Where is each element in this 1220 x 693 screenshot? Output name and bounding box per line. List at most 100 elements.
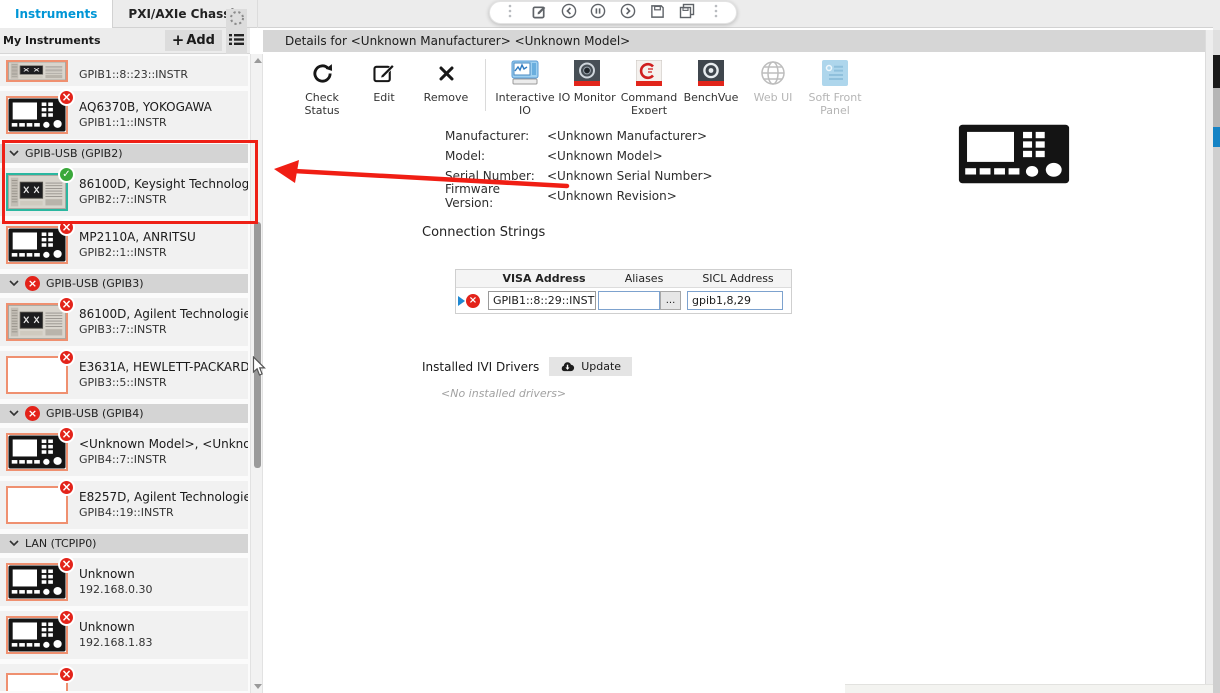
details-toolbar: Check Status Edit Remove Interactive IO …: [263, 52, 1205, 114]
field-row-manufacturer: Manufacturer: <Unknown Manufacturer>: [445, 126, 713, 146]
instrument-address: GPIB2::7::INSTR: [79, 193, 248, 207]
toolbar-button-benchvue[interactable]: BenchVue: [680, 59, 742, 105]
detail-field-value: <Unknown Model>: [547, 149, 663, 163]
group-error-icon: [25, 276, 40, 291]
instrument-list-item[interactable]: GPIB1::8::23::INSTR: [0, 56, 248, 86]
instrument-item-e3631a[interactable]: E3631A, HEWLETT-PACKARD GPIB3::5::INSTR: [0, 351, 248, 399]
instrument-address: GPIB1::1::INSTR: [79, 116, 212, 130]
add-button-label: Add: [186, 33, 215, 48]
status-badge: [58, 479, 75, 496]
visa-address-value[interactable]: GPIB1::8::29::INSTR: [488, 291, 596, 310]
toolbar-button-label: Edit: [373, 92, 394, 105]
instrument-name: Unknown: [79, 620, 152, 636]
instrument-thumbnail-art: [8, 435, 66, 469]
check-status-icon: [311, 59, 334, 87]
save-button[interactable]: [647, 3, 667, 23]
plus-icon: +: [172, 33, 185, 48]
status-badge: [58, 556, 75, 573]
edge-blue-segment: [1213, 127, 1220, 147]
instrument-item-e8257d[interactable]: E8257D, Agilent Technologies GPIB4::19::…: [0, 481, 248, 529]
toolbar-button-edit[interactable]: Edit: [353, 59, 415, 105]
chevron-down-icon: [9, 150, 19, 157]
aliases-input[interactable]: [598, 291, 660, 310]
detail-field-value: <Unknown Manufacturer>: [547, 129, 707, 143]
sidebar-scrollbar-thumb[interactable]: [254, 222, 261, 468]
tab-instruments[interactable]: Instruments: [0, 0, 113, 28]
detail-field-label: Firmware Version:: [445, 182, 547, 210]
save-icon: [650, 4, 665, 22]
toolbar-button-web-ui[interactable]: Web UI: [742, 59, 804, 105]
instrument-item-unknown[interactable]: Unknown 192.168.0.30: [0, 558, 248, 606]
chevron-down-icon: [9, 410, 19, 417]
instrument-name: MP2110A, ANRITSU: [79, 230, 196, 246]
instrument-name: E3631A, HEWLETT-PACKARD: [79, 360, 248, 376]
aliases-browse-button[interactable]: ...: [660, 291, 681, 310]
drag-handle-button[interactable]: [706, 3, 726, 23]
update-drivers-button[interactable]: Update: [549, 357, 632, 376]
detail-field-label: Manufacturer:: [445, 129, 547, 143]
status-badge: [58, 296, 75, 313]
instrument-thumbnail-art: [8, 565, 66, 599]
list-view-icon: [229, 33, 244, 49]
floating-recorder-toolbar[interactable]: [489, 1, 737, 24]
details-header-title: Details for <Unknown Manufacturer> <Unkn…: [285, 34, 630, 48]
rec-edit-button[interactable]: [529, 3, 549, 23]
row-selector-icon: [458, 296, 465, 306]
instrument-address: GPIB2::1::INSTR: [79, 246, 196, 260]
scan-button[interactable]: [226, 9, 247, 30]
instrument-list-item[interactable]: [0, 664, 248, 691]
instrument-thumbnail: [6, 60, 68, 82]
instrument-item-unknown-model[interactable]: <Unknown Model>, <Unknown M... GPIB4::7:…: [0, 428, 248, 476]
connection-expert-window: Instruments PXI/AXIe Chassis My Instrume…: [0, 0, 1220, 693]
group-header-lan-tcpip0[interactable]: LAN (TCPIP0): [0, 534, 248, 553]
remove-icon: [438, 59, 455, 87]
instrument-item-86100d[interactable]: 86100D, Keysight Technologies GPIB2::7::…: [0, 168, 248, 216]
previous-button[interactable]: [559, 3, 579, 23]
toolbar-button-remove[interactable]: Remove: [415, 59, 477, 105]
group-label: GPIB-USB (GPIB3): [46, 277, 144, 290]
row-error-icon: [466, 294, 480, 308]
add-instrument-button[interactable]: + Add: [165, 30, 222, 51]
toolbar-button-io-monitor[interactable]: IO Monitor: [556, 59, 618, 105]
toolbar-button-label: Remove: [424, 92, 469, 105]
toolbar-button-label: IO Monitor: [558, 92, 615, 105]
instrument-item-aq6370b[interactable]: AQ6370B, YOKOGAWA GPIB1::1::INSTR: [0, 91, 248, 139]
connection-strings-header-row: VISA Address Aliases SICL Address: [456, 270, 791, 287]
instrument-thumbnail-art: [8, 675, 66, 691]
toolbar-button-command-expert[interactable]: Command Expert: [618, 59, 680, 117]
instrument-item-mp2110a[interactable]: MP2110A, ANRITSU GPIB2::1::INSTR: [0, 221, 248, 269]
previous-icon: [561, 3, 577, 22]
scroll-up-icon[interactable]: [254, 58, 262, 63]
rec-edit-icon: [532, 4, 547, 22]
update-button-label: Update: [581, 360, 621, 373]
instrument-item-86100d[interactable]: 86100D, Agilent Technologies GPIB3::7::I…: [0, 298, 248, 346]
save-all-button[interactable]: [677, 3, 697, 23]
instrument-item-unknown[interactable]: Unknown 192.168.1.83: [0, 611, 248, 659]
toolbar-button-label: BenchVue: [684, 92, 739, 105]
instrument-name: AQ6370B, YOKOGAWA: [79, 100, 212, 116]
scroll-down-icon[interactable]: [254, 684, 262, 689]
save-all-icon: [679, 3, 695, 22]
toolbar-button-soft-front-panel[interactable]: Soft Front Panel: [804, 59, 866, 117]
connection-strings-row[interactable]: GPIB1::8::29::INSTR ... gpib1,8,29: [456, 287, 791, 313]
toolbar-button-check-status[interactable]: Check Status: [291, 59, 353, 117]
next-button[interactable]: [618, 3, 638, 23]
sicl-address-value[interactable]: gpib1,8,29: [687, 291, 783, 310]
group-header-gpib-usb-gpib3[interactable]: GPIB-USB (GPIB3): [0, 274, 248, 293]
instrument-thumbnail: [6, 303, 68, 341]
details-content: Manufacturer: <Unknown Manufacturer> Mod…: [263, 114, 1205, 693]
main-scrollbar[interactable]: [1205, 30, 1213, 693]
pause-button[interactable]: [588, 3, 608, 23]
instrument-thumbnail-art: [8, 62, 66, 80]
toolbar-button-interactive-io[interactable]: Interactive IO: [494, 59, 556, 117]
list-view-button[interactable]: [226, 30, 247, 51]
sidebar-scrollbar[interactable]: [250, 54, 263, 693]
group-header-gpib-usb-gpib4[interactable]: GPIB-USB (GPIB4): [0, 404, 248, 423]
detail-field-value: <Unknown Revision>: [547, 189, 677, 203]
drag-handle-icon: [714, 4, 718, 21]
drag-handle-button[interactable]: [500, 3, 520, 23]
group-header-gpib-usb-gpib2[interactable]: GPIB-USB (GPIB2): [0, 144, 248, 163]
connection-strings-title: Connection Strings: [422, 225, 545, 240]
details-fields: Manufacturer: <Unknown Manufacturer> Mod…: [445, 126, 713, 206]
benchvue-icon: [698, 59, 724, 87]
